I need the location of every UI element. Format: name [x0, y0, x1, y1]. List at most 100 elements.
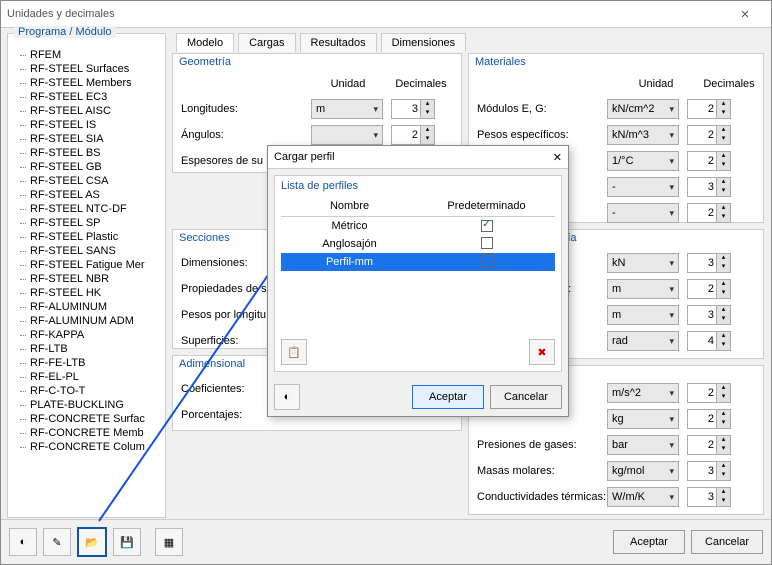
unit-combo[interactable]: kg▾ [607, 409, 679, 429]
tree-item[interactable]: RF-STEEL Plastic [12, 230, 161, 244]
tree-item[interactable]: RF-STEEL NTC-DF [12, 202, 161, 216]
unit-combo[interactable]: ▾ [311, 125, 383, 145]
tree-item[interactable]: RF-ALUMINUM ADM [12, 314, 161, 328]
col-name: Nombre [281, 196, 418, 216]
unit-combo[interactable]: m▾ [607, 279, 679, 299]
decimals-spin[interactable]: 3▴▾ [687, 305, 731, 325]
profile-name: Anglosajón [281, 238, 418, 250]
profile-row[interactable]: Perfil-mm [281, 253, 555, 271]
dialog-ok-button[interactable]: Aceptar [412, 385, 484, 409]
tree-item[interactable]: RF-EL-PL [12, 370, 161, 384]
dialog-help-icon[interactable]: ◐ [274, 384, 300, 410]
tree-item[interactable]: RF-STEEL Surfaces [12, 62, 161, 76]
tab-modelo[interactable]: Modelo [176, 33, 234, 52]
tree-item[interactable]: RF-CONCRETE Surfac [12, 412, 161, 426]
tree-item[interactable]: RF-KAPPA [12, 328, 161, 342]
tree-item[interactable]: RFEM [12, 48, 161, 62]
tree-item[interactable]: RF-LTB [12, 342, 161, 356]
tree-item[interactable]: RF-CONCRETE Colum [12, 440, 161, 454]
decimals-spin[interactable]: 2▴▾ [687, 125, 731, 145]
tab-cargas[interactable]: Cargas [238, 33, 295, 52]
decimals-spin[interactable]: 3▴▾ [687, 461, 731, 481]
group-title-secciones: Secciones [179, 232, 230, 244]
unit-combo[interactable]: m▾ [607, 305, 679, 325]
tree-item[interactable]: RF-STEEL AS [12, 188, 161, 202]
unit-combo[interactable]: m/s^2▾ [607, 383, 679, 403]
unit-combo[interactable]: bar▾ [607, 435, 679, 455]
tree-item[interactable]: RF-STEEL SP [12, 216, 161, 230]
load-profile-dialog: Cargar perfil ✕ Lista de perfiles Nombre… [267, 145, 569, 417]
dialog-titlebar: Cargar perfil ✕ [268, 146, 568, 169]
unit-combo[interactable]: 1/°C▾ [607, 151, 679, 171]
group-title-geometria: Geometría [179, 56, 231, 68]
default-icon[interactable]: ▦ [155, 528, 183, 556]
save-profile-icon[interactable]: 💾 [113, 528, 141, 556]
main-window: Unidades y decimales ✕ Programa / Módulo… [0, 0, 772, 565]
tree-item[interactable]: RF-ALUMINUM [12, 300, 161, 314]
titlebar: Unidades y decimales ✕ [1, 1, 771, 28]
ok-button[interactable]: Aceptar [613, 530, 685, 554]
profile-row[interactable]: Métrico [281, 217, 555, 235]
tree-item[interactable]: RF-STEEL Fatigue Mer [12, 258, 161, 272]
tree-item[interactable]: RF-STEEL AISC [12, 104, 161, 118]
copy-icon[interactable]: 📋 [281, 339, 307, 365]
tree-item[interactable]: RF-STEEL CSA [12, 174, 161, 188]
unit-combo[interactable]: kN/cm^2▾ [607, 99, 679, 119]
decimals-spin[interactable]: 3▴▾ [687, 177, 731, 197]
tree-item[interactable]: RF-STEEL BS [12, 146, 161, 160]
decimals-spin[interactable]: 2▴▾ [687, 99, 731, 119]
unit-combo[interactable]: rad▾ [607, 331, 679, 351]
unit-combo[interactable]: m▾ [311, 99, 383, 119]
unit-combo[interactable]: kN▾ [607, 253, 679, 273]
decimals-spin[interactable]: 2▴▾ [687, 203, 731, 223]
tree-item[interactable]: RF-FE-LTB [12, 356, 161, 370]
default-checkbox[interactable] [481, 220, 493, 232]
unit-combo[interactable]: W/m/K▾ [607, 487, 679, 507]
tab-strip: ModeloCargas ResultadosDimensiones [176, 33, 765, 52]
tree-item[interactable]: RF-C-TO-T [12, 384, 161, 398]
footer: ◐ ✎ 📂 💾 ▦ Aceptar Cancelar [1, 519, 771, 564]
col-unit: Unidad [313, 78, 383, 90]
default-checkbox[interactable] [481, 255, 493, 267]
tree-item[interactable]: RF-STEEL IS [12, 118, 161, 132]
default-checkbox[interactable] [481, 237, 493, 249]
tree-item[interactable]: RF-STEEL EC3 [12, 90, 161, 104]
module-tree[interactable]: RFEMRF-STEEL SurfacesRF-STEEL MembersRF-… [12, 44, 161, 517]
tab-dimensiones[interactable]: Dimensiones [381, 33, 467, 52]
decimals-spin[interactable]: 2▴▾ [687, 409, 731, 429]
tree-item[interactable]: RF-STEEL NBR [12, 272, 161, 286]
decimals-spin[interactable]: 2▴▾ [391, 125, 435, 145]
delete-icon[interactable]: ✖ [529, 339, 555, 365]
edit-icon[interactable]: ✎ [43, 528, 71, 556]
open-profile-icon[interactable]: 📂 [77, 527, 107, 557]
tree-item[interactable]: RF-STEEL Members [12, 76, 161, 90]
unit-combo[interactable]: kN/m^3▾ [607, 125, 679, 145]
decimals-spin[interactable]: 3▴▾ [687, 487, 731, 507]
close-icon[interactable]: ✕ [725, 8, 765, 21]
decimals-spin[interactable]: 2▴▾ [687, 151, 731, 171]
dialog-group-title: Lista de perfiles [275, 176, 561, 192]
profile-row[interactable]: Anglosajón [281, 235, 555, 253]
field-label: Pesos específicos: [477, 129, 607, 141]
tree-item[interactable]: RF-STEEL HK [12, 286, 161, 300]
tree-item[interactable]: RF-STEEL GB [12, 160, 161, 174]
unit-combo[interactable]: kg/mol▾ [607, 461, 679, 481]
tree-item[interactable]: RF-CONCRETE Memb [12, 426, 161, 440]
decimals-spin[interactable]: 2▴▾ [687, 435, 731, 455]
dialog-close-icon[interactable]: ✕ [553, 151, 562, 164]
tree-item[interactable]: PLATE-BUCKLING [12, 398, 161, 412]
decimals-spin[interactable]: 2▴▾ [687, 383, 731, 403]
help-icon[interactable]: ◐ [9, 528, 37, 556]
unit-combo[interactable]: -▾ [607, 203, 679, 223]
tab-resultados[interactable]: Resultados [300, 33, 377, 52]
cancel-button[interactable]: Cancelar [691, 530, 763, 554]
decimals-spin[interactable]: 2▴▾ [687, 279, 731, 299]
tree-item[interactable]: RF-STEEL SIA [12, 132, 161, 146]
dialog-cancel-button[interactable]: Cancelar [490, 385, 562, 409]
decimals-spin[interactable]: 3▴▾ [391, 99, 435, 119]
unit-combo[interactable]: -▾ [607, 177, 679, 197]
tree-item[interactable]: RF-STEEL SANS [12, 244, 161, 258]
profile-list[interactable]: Métrico Anglosajón Perfil-mm [281, 217, 555, 327]
decimals-spin[interactable]: 3▴▾ [687, 253, 731, 273]
decimals-spin[interactable]: 4▴▾ [687, 331, 731, 351]
